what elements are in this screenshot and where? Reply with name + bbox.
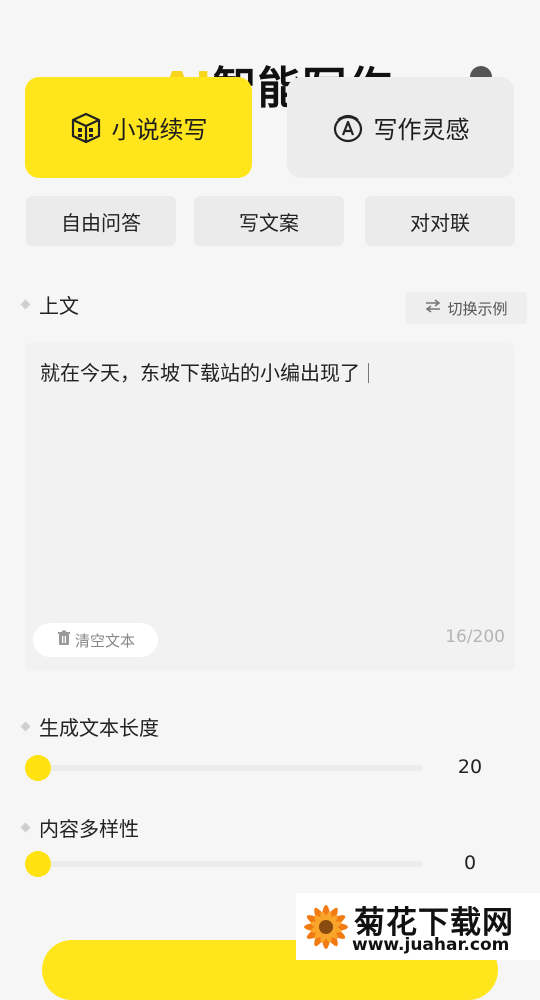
context-label-text: 上文: [39, 294, 79, 318]
length-label: 生成文本长度: [20, 712, 159, 741]
length-slider[interactable]: 20: [25, 753, 505, 783]
diversity-label-text: 内容多样性: [39, 817, 139, 841]
tab-couplets[interactable]: 对对联: [365, 196, 515, 246]
cube-icon: [70, 112, 102, 144]
a-badge-icon: [332, 112, 364, 144]
bullet-diamond-icon: [20, 822, 31, 833]
context-label: 上文: [20, 290, 79, 319]
mode-label: 写作灵感: [373, 116, 470, 144]
slider-track: [37, 861, 422, 867]
length-value: 20: [457, 756, 483, 778]
bullet-diamond-icon: [20, 721, 31, 732]
mode-card-novel-continue[interactable]: 小说续写: [25, 77, 252, 178]
diversity-slider[interactable]: 0: [25, 849, 505, 879]
watermark: 菊花下载网 www.juahar.com: [296, 893, 540, 960]
swap-arrows-icon: [424, 299, 442, 317]
tab-copywriting[interactable]: 写文案: [194, 196, 344, 246]
sub-tabs: 自由问答 写文案 对对联: [26, 196, 516, 246]
chrysanthemum-logo-icon: [298, 897, 354, 961]
trash-icon: [56, 630, 72, 650]
length-label-text: 生成文本长度: [39, 716, 159, 740]
context-textarea[interactable]: 就在今天，东坡下载站的小编出现了 清空文本 16/200: [25, 343, 515, 671]
clear-text-button[interactable]: 清空文本: [33, 623, 158, 657]
slider-thumb[interactable]: [25, 851, 51, 877]
mode-label: 小说续写: [111, 116, 208, 144]
context-text: 就在今天，东坡下载站的小编出现了: [40, 361, 360, 385]
clear-text-label: 清空文本: [74, 631, 135, 650]
text-caret: [368, 363, 369, 383]
char-count: 16/200: [445, 627, 505, 647]
diversity-value: 0: [463, 852, 477, 874]
tab-free-qa[interactable]: 自由问答: [26, 196, 176, 246]
slider-track: [37, 765, 422, 771]
switch-example-label: 切换示例: [447, 299, 508, 318]
watermark-url: www.juahar.com: [352, 935, 510, 955]
diversity-label: 内容多样性: [20, 813, 139, 842]
slider-thumb[interactable]: [25, 755, 51, 781]
mode-card-writing-inspiration[interactable]: 写作灵感: [287, 77, 514, 178]
switch-example-button[interactable]: 切换示例: [405, 292, 527, 324]
bullet-diamond-icon: [20, 299, 31, 310]
